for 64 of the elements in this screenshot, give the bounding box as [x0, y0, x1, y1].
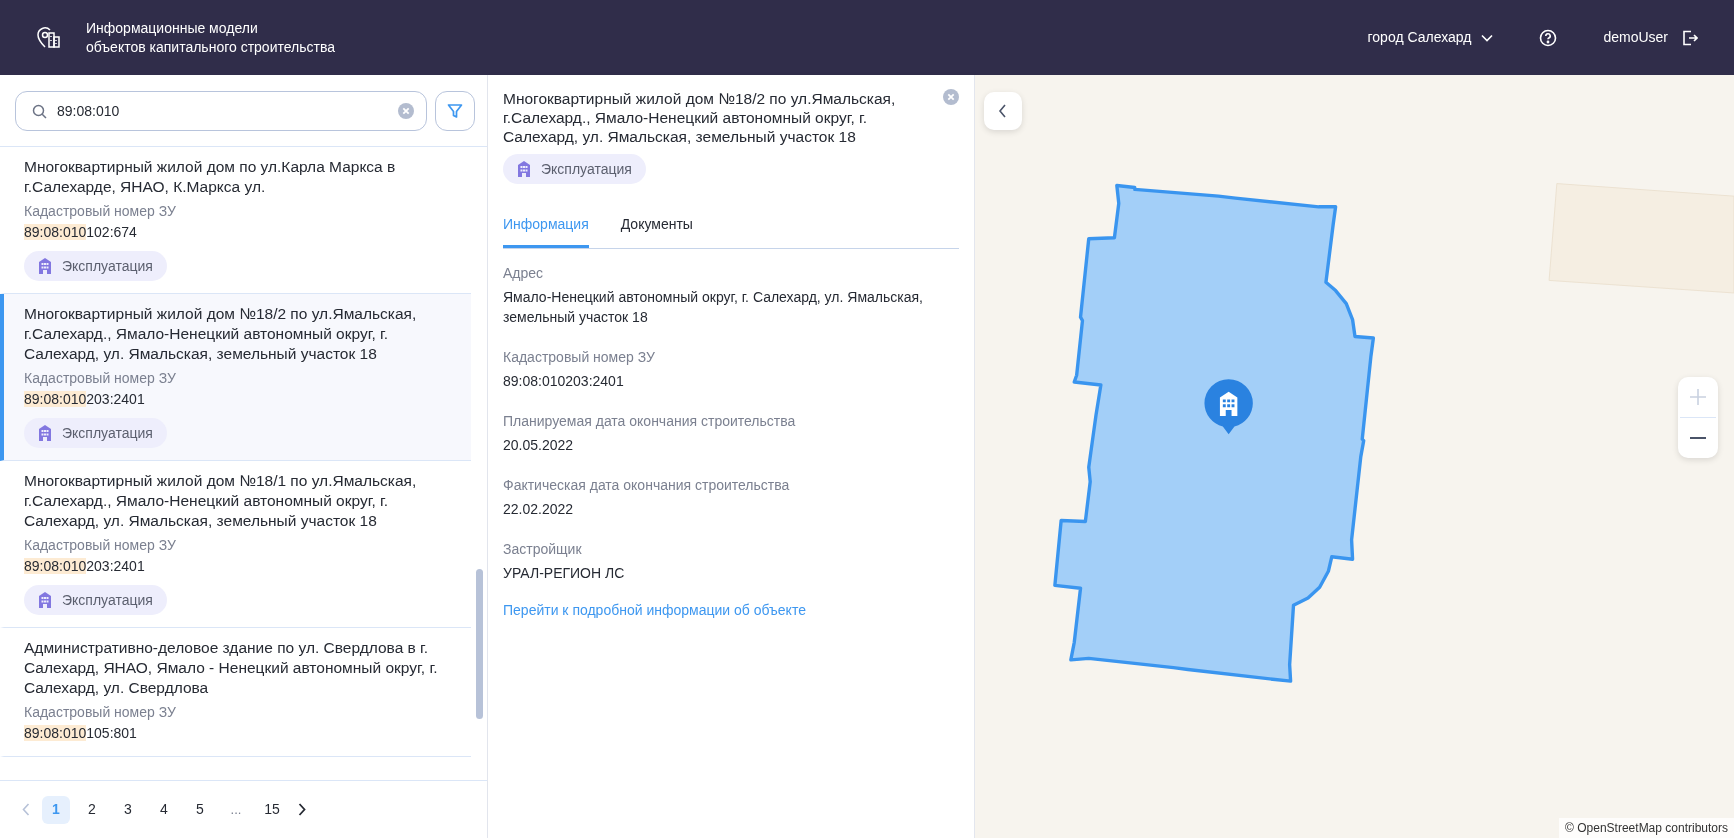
result-title: Многоквартирный жилой дом №18/1 по ул.Ямальская, г.Салехард., Ямало-Ненецкий автономный округ, г. Салехард, ул. Ямальская, земельный участок 18	[24, 471, 418, 531]
chevron-down-icon	[1481, 33, 1494, 42]
user-name: demoUser	[1603, 28, 1668, 47]
status-badge: Эксплуатация	[24, 585, 167, 615]
collapse-panel-button[interactable]	[984, 92, 1022, 130]
cadastral-number: 89:08:010203:2401	[24, 557, 146, 576]
chevron-left-icon	[22, 803, 30, 816]
help-icon[interactable]	[1539, 28, 1558, 47]
field-label: Кадастровый номер ЗУ	[24, 202, 177, 221]
field-value: УРАЛ-РЕГИОН ЛС	[503, 564, 626, 583]
page-button[interactable]: 4	[150, 795, 178, 824]
chevron-left-icon	[998, 104, 1008, 118]
building-icon	[38, 258, 52, 274]
logo-icon	[36, 25, 62, 50]
field-value: 22.02.2022	[503, 500, 575, 519]
building-icon	[517, 161, 531, 177]
result-title: Многоквартирный жилой дом №18/2 по ул.Ямальская, г.Салехард., Ямало-Ненецкий автономный округ, г. Салехард, ул. Ямальская, земельный участок 18	[24, 304, 418, 364]
field-value: 89:08:010203:2401	[503, 372, 625, 391]
search-icon	[32, 103, 47, 119]
search-box[interactable]: 89:08:010	[15, 91, 427, 131]
field-label: Кадастровый номер ЗУ	[24, 536, 177, 555]
pagination-ellipsis: ...	[229, 800, 243, 819]
minus-icon	[1690, 437, 1706, 439]
logout-icon[interactable]	[1682, 29, 1698, 46]
field-label: Планируемая дата окончания строительства	[503, 412, 797, 431]
field-value: Ямало-Ненецкий автономный округ, г. Салехард, ул. Ямальская, земельный участок 18	[503, 288, 924, 327]
map[interactable]: © OpenStreetMap contributors	[975, 75, 1734, 838]
field-label: Адрес	[503, 264, 545, 283]
field-label: Кадастровый номер ЗУ	[24, 369, 177, 388]
close-icon	[943, 89, 959, 105]
map-attribution: © OpenStreetMap contributors	[1559, 818, 1734, 838]
result-item[interactable]: Многоквартирный жилой дом №18/2 по ул.Ямальская, г.Салехард., Ямало-Ненецкий автономный округ, г. Салехард, ул. Ямальская, земельный участок 18 Кадастровый номер ЗУ 89:08:010203:2401 Эксплуатация	[0, 294, 471, 461]
chevron-right-icon	[298, 803, 306, 816]
app-title: Информационные модели объектов капитального строительства	[86, 18, 335, 57]
field-label: Застройщик	[503, 540, 583, 559]
tab[interactable]: Документы	[620, 214, 693, 248]
plus-icon	[1690, 389, 1706, 405]
field-value: 20.05.2022	[503, 436, 575, 455]
result-title: Административно-деловое здание по ул. Свердлова в г. Салехард, ЯНАО, Ямало - Ненецкий автономный округ, г. Салехард, ул. Свердлова	[24, 638, 439, 698]
scrollbar-thumb[interactable]	[476, 569, 483, 719]
object-title: Многоквартирный жилой дом №18/2 по ул.Ямальская, г.Салехард., Ямало-Ненецкий автономный округ, г. Салехард, ул. Ямальская, земельный участок 18	[503, 89, 897, 146]
result-title: Многоквартирный жилой дом по ул.Карла Маркса в г.Салехарде, ЯНАО, К.Маркса ул.	[24, 157, 397, 197]
page-button[interactable]: 2	[78, 795, 106, 824]
status-badge: Эксплуатация	[24, 418, 167, 448]
cadastral-number: 89:08:010102:674	[24, 223, 138, 242]
filter-icon	[447, 103, 463, 119]
cadastral-number: 89:08:010105:801	[24, 724, 138, 743]
land-plot-outline[interactable]	[1053, 183, 1376, 683]
status-badge: Эксплуатация	[503, 154, 646, 184]
search-field[interactable]: 89:08:010	[55, 99, 390, 123]
city-dropdown[interactable]: город Салехард	[1367, 27, 1494, 48]
building-icon	[38, 425, 52, 441]
cadastral-number: 89:08:010203:2401	[24, 390, 146, 409]
page-button[interactable]: 5	[186, 795, 214, 824]
page-button[interactable]: 15	[258, 795, 286, 824]
building-pin-icon[interactable]	[1204, 379, 1253, 435]
status-badge: Эксплуатация	[24, 251, 167, 281]
page-button[interactable]: 3	[114, 795, 142, 824]
building-icon	[38, 592, 52, 608]
field-label: Кадастровый номер ЗУ	[24, 703, 177, 722]
filter-button[interactable]	[435, 91, 475, 131]
clear-icon[interactable]	[398, 103, 414, 119]
field-label: Фактическая дата окончания строительства	[503, 476, 791, 495]
field-label: Кадастровый номер ЗУ	[503, 348, 656, 367]
